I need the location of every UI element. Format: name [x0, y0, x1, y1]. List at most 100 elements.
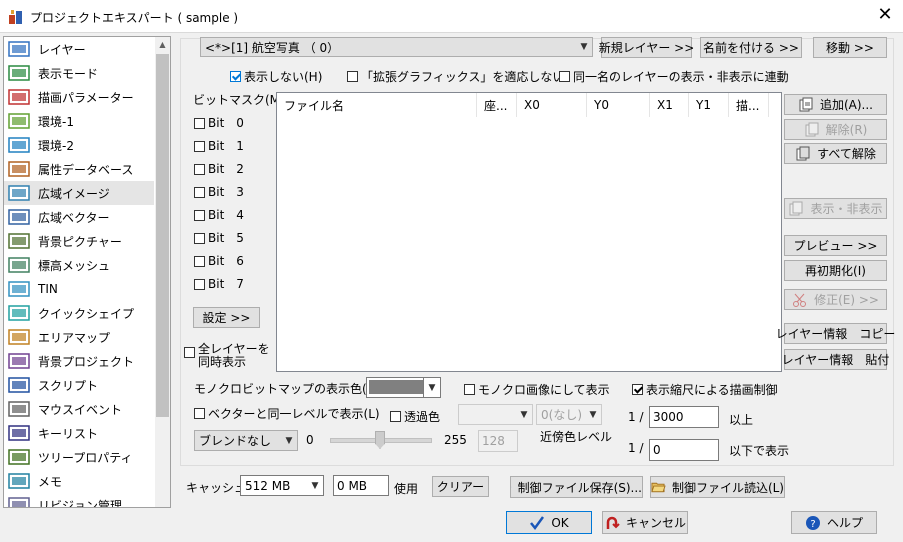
- bitmask-settings-button[interactable]: 設定 >>: [193, 307, 260, 328]
- scroll-thumb[interactable]: [156, 54, 169, 417]
- sidebar-item[interactable]: ツリープロパティ: [4, 445, 154, 469]
- show-hide-button-label: 表示・非表示: [810, 202, 883, 216]
- bit-label: Bit: [208, 185, 225, 199]
- bit-checkbox[interactable]: Bit 2: [194, 162, 244, 176]
- scale-limit-checkbox[interactable]: 表示縮尺による描画制御: [632, 381, 778, 398]
- column-header[interactable]: 座...: [477, 93, 517, 117]
- bit-checkbox[interactable]: Bit 4: [194, 208, 244, 222]
- sidebar-item[interactable]: レイヤー: [4, 37, 154, 61]
- sidebar-item[interactable]: リビジョン管理: [4, 493, 154, 507]
- scroll-up-icon[interactable]: ▲: [155, 37, 170, 53]
- all-layers-simultaneous-checkbox[interactable]: 全レイヤーを 同時表示: [184, 343, 270, 369]
- bit-checkbox[interactable]: Bit 7: [194, 277, 244, 291]
- sidebar-item[interactable]: 標高メッシュ: [4, 253, 154, 277]
- scale-upper-input[interactable]: 3000: [649, 406, 719, 428]
- no-ext-graphics-label: 「拡張グラフィックス」を適応しない: [361, 70, 565, 84]
- cache-clear-button[interactable]: クリアー: [432, 476, 489, 497]
- bit-label: Bit: [208, 277, 225, 291]
- remove-button[interactable]: 解除(R): [784, 119, 887, 140]
- cache-size-select[interactable]: 512 MB ▼: [240, 475, 324, 496]
- add-button[interactable]: 追加(A)...: [784, 94, 887, 115]
- transparency-checkbox[interactable]: 透過色: [390, 408, 440, 425]
- same-name-link-checkbox[interactable]: 同一名のレイヤーの表示・非表示に連動: [559, 68, 789, 85]
- column-header[interactable]: X0: [517, 93, 587, 117]
- sidebar-item[interactable]: 背景ピクチャー: [4, 229, 154, 253]
- show-hide-button[interactable]: 表示・非表示: [784, 198, 887, 219]
- open-folder-icon: [651, 482, 666, 493]
- help-icon: ?: [805, 515, 820, 530]
- sidebar-item[interactable]: TIN: [4, 277, 154, 301]
- revision-icon: [8, 497, 30, 507]
- sidebar-item[interactable]: 広域ベクター: [4, 205, 154, 229]
- modify-button[interactable]: 修正(E) >>: [784, 289, 887, 310]
- help-button[interactable]: ? ヘルプ: [791, 511, 877, 534]
- background-picture-icon: [8, 233, 30, 249]
- layer-select[interactable]: <*>[1] 航空写真 （ 0） ▼: [200, 37, 593, 57]
- layer-info-paste-button[interactable]: レイヤー情報 貼付: [782, 349, 889, 370]
- close-icon[interactable]: ✕: [874, 4, 896, 26]
- file-list[interactable]: ファイル名 座... X0 Y0 X1 Y1 描...: [276, 92, 782, 372]
- svg-text:?: ?: [810, 519, 815, 530]
- sidebar-item-label: キーリスト: [38, 426, 99, 441]
- sidebar-item-label: ツリープロパティ: [38, 450, 133, 465]
- ok-button[interactable]: OK: [506, 511, 592, 534]
- near-color-select[interactable]: 0(なし) ▼: [536, 404, 602, 425]
- bit-checkbox[interactable]: Bit 5: [194, 231, 244, 245]
- mono-image-checkbox[interactable]: モノクロ画像にして表示: [464, 381, 610, 398]
- sidebar-item[interactable]: クイックシェイプ: [4, 301, 154, 325]
- bit-checkbox[interactable]: Bit 3: [194, 185, 244, 199]
- column-header[interactable]: X1: [650, 93, 689, 117]
- layer-info-copy-button[interactable]: レイヤー情報 コピー: [776, 323, 895, 344]
- sidebar-item[interactable]: 表示モード: [4, 61, 154, 85]
- remove-all-button[interactable]: すべて解除: [784, 143, 887, 164]
- rename-button[interactable]: 名前を付ける >>: [700, 37, 802, 58]
- sidebar-scrollbar[interactable]: ▲: [155, 37, 170, 507]
- bit-checkbox[interactable]: Bit 1: [194, 139, 244, 153]
- scale-lower-input[interactable]: 0: [649, 439, 719, 461]
- hide-checkbox[interactable]: 表示しない(H): [230, 68, 322, 85]
- bit-label: Bit: [208, 254, 225, 268]
- new-layer-button[interactable]: 新規レイヤー >>: [599, 37, 694, 58]
- sidebar-item[interactable]: 広域イメージ: [4, 181, 154, 205]
- sidebar-item-label: マウスイベント: [38, 402, 123, 417]
- blend-value-input[interactable]: 128: [478, 430, 518, 452]
- load-control-file-button[interactable]: 制御ファイル読込(L): [650, 476, 785, 498]
- sidebar-item[interactable]: 描画パラメーター: [4, 85, 154, 109]
- vector-same-level-checkbox[interactable]: ベクターと同一レベルで表示(L): [194, 405, 380, 422]
- cancel-button[interactable]: キャンセル: [602, 511, 688, 534]
- column-header[interactable]: ファイル名: [277, 93, 477, 117]
- sidebar-item-label: 背景プロジェクト: [38, 354, 135, 369]
- column-header[interactable]: 描...: [729, 93, 769, 117]
- sidebar-item[interactable]: 属性データベース: [4, 157, 154, 181]
- bit-checkbox[interactable]: Bit 0: [194, 116, 244, 130]
- chevron-down-icon: ▼: [285, 435, 293, 446]
- sidebar-item[interactable]: 環境-1: [4, 109, 154, 133]
- no-ext-graphics-checkbox[interactable]: 「拡張グラフィックス」を適応しない: [347, 68, 564, 85]
- column-header[interactable]: Y1: [689, 93, 729, 117]
- bit-checkbox[interactable]: Bit 6: [194, 254, 244, 268]
- move-button[interactable]: 移動 >>: [813, 37, 887, 58]
- sidebar-item[interactable]: メモ: [4, 469, 154, 493]
- checkbox-box: [194, 163, 205, 175]
- checkbox-box: [194, 209, 205, 221]
- blend-select[interactable]: ブレンドなし ▼: [194, 430, 298, 451]
- save-arrow-icon: [511, 486, 512, 488]
- transparency-color-select[interactable]: ▼: [458, 404, 533, 425]
- mono-color-select[interactable]: ▼: [366, 377, 441, 398]
- bit-index: 3: [236, 185, 244, 199]
- bit-index: 6: [236, 254, 244, 268]
- reinit-button[interactable]: 再初期化(I): [784, 260, 887, 281]
- save-control-file-button[interactable]: 制御ファイル保存(S)...: [510, 476, 643, 498]
- sidebar-item[interactable]: 背景プロジェクト: [4, 349, 154, 373]
- checkbox-box: [194, 140, 205, 152]
- sidebar-item[interactable]: スクリプト: [4, 373, 154, 397]
- load-control-file-label: 制御ファイル読込(L): [671, 480, 784, 495]
- sidebar-item[interactable]: マウスイベント: [4, 397, 154, 421]
- sidebar-item[interactable]: エリアマップ: [4, 325, 154, 349]
- scale-upper-prefix: 1 /: [628, 410, 644, 424]
- sidebar-item[interactable]: 環境-2: [4, 133, 154, 157]
- column-header[interactable]: Y0: [587, 93, 650, 117]
- preview-button[interactable]: プレビュー >>: [784, 235, 887, 256]
- sidebar-item[interactable]: キーリスト: [4, 421, 154, 445]
- scale-lower-suffix: 以下で表示: [729, 444, 790, 458]
